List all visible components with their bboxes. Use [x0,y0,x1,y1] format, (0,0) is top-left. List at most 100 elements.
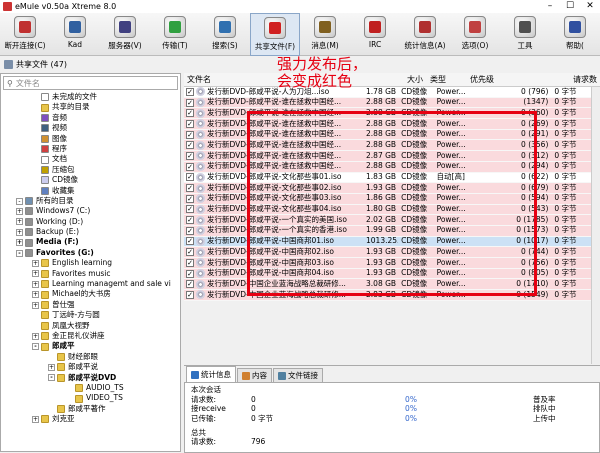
checkbox[interactable]: ✓ [186,248,194,257]
tree-item[interactable]: + 金正昆礼仪讲座 [1,331,180,341]
collapse-icon[interactable]: - [16,249,23,257]
checkbox[interactable]: ✓ [186,119,194,128]
search-input[interactable]: ⚲ 文件名 [3,76,178,90]
collapse-icon[interactable]: - [16,197,23,205]
checkbox[interactable]: ✓ [186,290,194,299]
checkbox[interactable]: ✓ [186,205,194,214]
tree-item[interactable]: 程序 [1,144,180,154]
toolbar-button-help[interactable]: 帮助( [550,13,600,56]
expand-icon[interactable]: + [16,239,23,247]
tree-item[interactable]: + Favorites music [1,269,180,279]
checkbox[interactable]: ✓ [186,151,194,160]
cd-image-icon [196,119,205,129]
expand-icon[interactable]: + [32,415,39,423]
expand-icon[interactable]: + [32,270,39,278]
tree-item[interactable]: CD镜像 [1,175,180,185]
checkbox[interactable]: ✓ [186,184,194,193]
toolbar-button-tools[interactable]: 工具 [500,13,550,56]
checkbox[interactable]: ✓ [186,141,194,150]
tree-item[interactable]: + English learning [1,258,180,268]
tree-item[interactable]: + 曾仕强 [1,300,180,310]
minimize-button[interactable]: – [540,0,560,13]
tree-item[interactable]: + Media (F:) [1,237,180,247]
tree-item[interactable]: + 郎咸平说 [1,362,180,372]
column-type[interactable]: 类型 [427,74,467,85]
list-scrollbar[interactable] [591,87,600,364]
column-requests[interactable]: 请求数 [543,74,600,85]
tree-item[interactable]: 共享的目录 [1,102,180,112]
collapse-icon[interactable]: - [32,343,39,351]
tab-content[interactable]: 内容 [237,368,272,382]
tree-item[interactable]: - 郎咸平 [1,341,180,351]
tree-item[interactable]: + 刘克亚 [1,414,180,424]
tree-item[interactable]: 视频 [1,123,180,133]
checkbox[interactable]: ✓ [186,98,194,107]
tree-item[interactable]: 音频 [1,113,180,123]
tab-link[interactable]: 文件链接 [273,368,323,382]
close-button[interactable]: ✕ [580,0,600,13]
expand-icon[interactable]: + [16,228,23,236]
checkbox[interactable]: ✓ [186,280,194,289]
toolbar-button-search[interactable]: 搜索(S) [200,13,250,56]
tree-item[interactable]: - 郎咸平说DVD [1,373,180,383]
checkbox[interactable]: ✓ [186,130,194,139]
toolbar-button-messages[interactable]: 消息(M) [300,13,350,56]
tree-item[interactable]: + Michael的大书房 [1,289,180,299]
tree-item[interactable]: + Backup (E:) [1,227,180,237]
cd-image-icon [196,162,205,172]
toolbar-button-kad[interactable]: Kad [50,13,100,56]
tree-item[interactable]: + Learning managemt and sale vi [1,279,180,289]
checkbox[interactable]: ✓ [186,173,194,182]
tree-item[interactable]: - 所有的目录 [1,196,180,206]
directory-tree: 未完成的文件 共享的目录 音频 视频 图像 程序 文档 压缩包 CD镜像 收藏集 - 所有的目录 + Wi… [1,92,180,425]
tree-item[interactable]: + Working (D:) [1,217,180,227]
checkbox[interactable]: ✓ [186,194,194,203]
toolbar-button-options[interactable]: 选项(O) [450,13,500,56]
cd-icon [41,176,49,185]
expand-icon[interactable]: + [16,207,23,215]
maximize-button[interactable]: ☐ [560,0,580,13]
tree-item[interactable]: 图像 [1,134,180,144]
tree-item[interactable]: 凤凰大视野 [1,321,180,331]
toolbar-button-transfer[interactable]: 传输(T) [150,13,200,56]
expand-icon[interactable]: + [32,280,39,288]
expand-icon[interactable]: + [48,363,55,371]
checkbox[interactable]: ✓ [186,162,194,171]
tree-item[interactable]: VIDEO_TS [1,393,180,403]
expand-icon[interactable]: + [32,259,39,267]
checkbox[interactable]: ✓ [186,237,194,246]
toolbar-button-shared-files[interactable]: 共享文件(F) [249,13,301,56]
file-row[interactable]: ✓ 发行新DVD-郎咸平说-人为刀俎...iso 1.78 GB CD镜像 Power.… [184,87,600,98]
expand-icon[interactable]: + [32,291,39,299]
tab-statistics[interactable]: 统计信息 [186,366,236,382]
file-row[interactable]: ✓ 发行新DVD-郎咸平说-谁在拯救中国经... 2.88 GB CD镜像 Power.… [184,97,600,109]
checkbox[interactable]: ✓ [186,216,194,225]
tree-item[interactable]: 财经郎眼 [1,352,180,362]
checkbox[interactable]: ✓ [186,226,194,235]
toolbar-button-statistics[interactable]: 统计信息(A) [400,13,450,56]
expand-icon[interactable]: + [16,218,23,226]
toolbar-button-disconnect[interactable]: 断开连接(C) [0,13,50,56]
checkbox[interactable]: ✓ [186,87,194,96]
column-size[interactable]: 大小 [388,74,427,85]
checkbox[interactable]: ✓ [186,258,194,267]
toolbar-button-servers[interactable]: 服务器(V) [100,13,150,56]
tree-item-label: 丁远峙-方与圆 [52,310,100,320]
tree-item[interactable]: AUDIO_TS [1,383,180,393]
toolbar-button-irc[interactable]: IRC [350,13,400,56]
tree-item[interactable]: 未完成的文件 [1,92,180,102]
collapse-icon[interactable]: - [48,374,55,382]
tree-item[interactable]: 郎咸平著作 [1,404,180,414]
checkbox[interactable]: ✓ [186,269,194,278]
tree-item[interactable]: 文档 [1,154,180,164]
tree-item[interactable]: 收藏集 [1,186,180,196]
expand-icon[interactable]: + [32,301,39,309]
tree-item[interactable]: - Favorites (G:) [1,248,180,258]
tree-item[interactable]: + Windows7 (C:) [1,206,180,216]
tree-item-label: 凤凰大视野 [52,320,90,330]
tree-item[interactable]: 丁远峙-方与圆 [1,310,180,320]
column-priority[interactable]: 优先级 [467,74,543,85]
tree-item[interactable]: 压缩包 [1,165,180,175]
expand-icon[interactable]: + [32,332,39,340]
checkbox[interactable]: ✓ [186,109,194,118]
